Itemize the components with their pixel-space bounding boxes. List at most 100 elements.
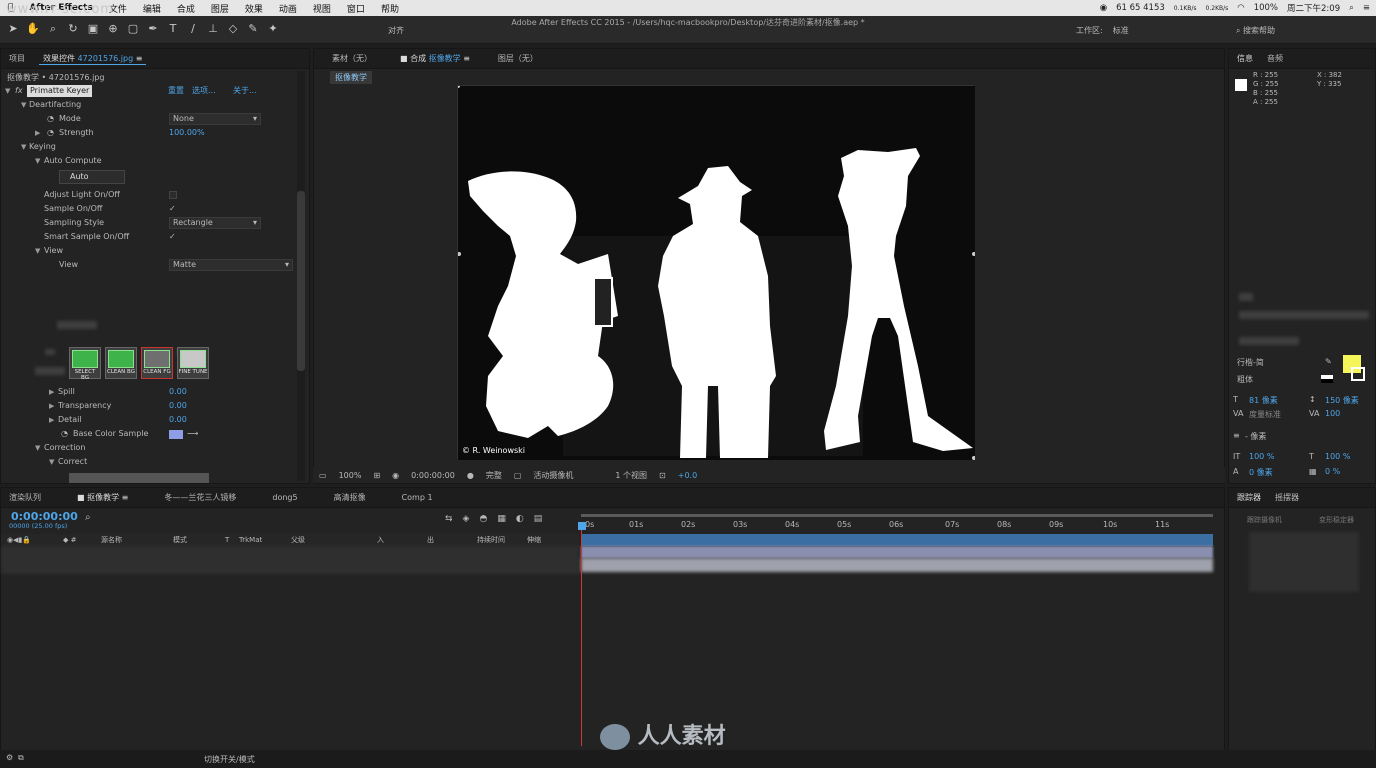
v-scale-value[interactable]: 100 % <box>1249 452 1274 461</box>
font-size-value[interactable]: 81 像素 <box>1249 395 1278 406</box>
col-mode[interactable]: 模式 <box>173 534 187 546</box>
expand-icon[interactable]: ▼ <box>21 98 26 112</box>
comp-flowchart-icon[interactable]: ⇆ <box>445 514 453 524</box>
panel-scrollbar[interactable] <box>297 71 305 481</box>
tab-comp-1[interactable]: Comp 1 <box>402 493 433 502</box>
col-parent[interactable]: 父级 <box>291 534 305 546</box>
col-trkmat[interactable]: TrkMat <box>239 534 262 546</box>
view-layout-select[interactable]: 1 个视图 <box>615 470 647 481</box>
col-in[interactable]: 入 <box>377 534 384 546</box>
shy-icon[interactable]: ◓ <box>479 514 487 524</box>
snapshot-icon[interactable]: ◉ <box>392 471 399 480</box>
expand-icon[interactable]: ▼ <box>35 154 40 168</box>
tab-effect-controls[interactable]: 效果控件 47201576.jpg ≡ <box>39 53 147 65</box>
zoom-select[interactable]: 100% <box>339 471 362 480</box>
composition-viewer[interactable]: © R. Weinowski <box>456 84 976 460</box>
tab-wiggler[interactable]: 摇摆器 <box>1275 492 1299 503</box>
search-icon[interactable]: ⌕ <box>85 512 91 523</box>
render-icon[interactable]: ⊡ <box>659 471 666 480</box>
col-stretch[interactable]: 伸缩 <box>527 534 541 546</box>
expand-icon[interactable]: ▶ <box>49 413 54 427</box>
col-duration[interactable]: 持续时间 <box>477 534 505 546</box>
tsume-value[interactable]: 0 % <box>1325 467 1340 476</box>
expand-icon[interactable]: ▼ <box>35 441 40 455</box>
menu-edit[interactable]: 编辑 <box>135 2 169 15</box>
correct-buttons-strip[interactable] <box>69 473 209 483</box>
strength-value[interactable]: 100.00% <box>169 126 205 140</box>
color-channels-icon[interactable]: ● <box>467 471 474 480</box>
tab-composition[interactable]: ■ 合成 抠像教学 ≡ <box>400 53 470 64</box>
options-link[interactable]: 选项... <box>192 84 216 98</box>
mode-select[interactable]: None ▾ <box>169 113 261 125</box>
toggle-switches-modes[interactable]: 切换开关/模式 <box>204 754 255 765</box>
tab-tracker[interactable]: 跟踪器 <box>1237 492 1261 503</box>
clock[interactable]: 周二下午2:09 <box>1287 2 1340 14</box>
render-icon[interactable]: ⚙ <box>6 753 13 762</box>
playhead-handle[interactable] <box>578 522 586 530</box>
auto-button[interactable]: Auto <box>59 170 125 184</box>
keying-row[interactable]: ▼ Keying <box>1 140 301 154</box>
list-icon[interactable]: ≡ <box>1363 3 1370 13</box>
col-source[interactable]: 源名称 <box>101 534 122 546</box>
menu-view[interactable]: 视图 <box>305 2 339 15</box>
wifi-icon[interactable]: ◠ <box>1237 3 1244 13</box>
resolution-select[interactable]: 完整 <box>486 470 502 481</box>
expand-icon[interactable]: ▼ <box>5 84 10 98</box>
font-family-select[interactable]: 行楷-简 <box>1237 357 1264 368</box>
stopwatch-icon[interactable]: ◔ <box>47 112 54 126</box>
reset-link[interactable]: 重置 <box>168 84 184 98</box>
region-icon[interactable]: ▢ <box>514 471 522 480</box>
expand-icon[interactable]: ▶ <box>49 385 54 399</box>
sampling-style-select[interactable]: Rectangle ▾ <box>169 217 261 229</box>
scrollbar-thumb[interactable] <box>297 191 305 371</box>
tab-render-queue[interactable]: 渲染队列 <box>9 492 41 503</box>
tab-info[interactable]: 信息 <box>1237 53 1253 64</box>
smart-sample-checkbox[interactable]: ✓ <box>169 230 176 244</box>
view-select[interactable]: Matte ▾ <box>169 259 293 271</box>
stopwatch-icon[interactable]: ◔ <box>61 427 68 441</box>
help-search-input[interactable]: 搜索帮助 <box>1243 26 1275 35</box>
frame-blend-icon[interactable]: ▦ <box>497 514 506 524</box>
expand-icon[interactable]: ▶ <box>49 399 54 413</box>
stroke-color-swatch[interactable] <box>1351 367 1365 381</box>
fine-tune-button[interactable]: FINE TUNE <box>177 347 209 379</box>
auto-compute-row[interactable]: ▼ Auto Compute <box>1 154 301 168</box>
view-group-row[interactable]: ▼ View <box>1 244 301 258</box>
col-out[interactable]: 出 <box>427 534 434 546</box>
playhead[interactable] <box>581 528 582 746</box>
menu-help[interactable]: 帮助 <box>373 2 407 15</box>
base-color-swatch[interactable] <box>169 430 183 439</box>
tab-comp-winter[interactable]: 冬——兰花三人镜移 <box>164 492 236 503</box>
spill-value[interactable]: 0.00 <box>169 385 187 399</box>
layer-icon[interactable]: ⧉ <box>18 753 24 763</box>
graph-editor-icon[interactable]: ▤ <box>534 514 543 524</box>
indent-value[interactable]: - 像素 <box>1245 431 1266 442</box>
record-icon[interactable]: ◉ <box>1100 3 1107 13</box>
expand-icon[interactable]: ▶ <box>35 126 40 140</box>
baseline-value[interactable]: 0 像素 <box>1249 467 1273 478</box>
tab-footage[interactable]: 素材（无） <box>332 53 372 64</box>
comp-duration-bar[interactable] <box>581 534 1213 546</box>
about-link[interactable]: 关于... <box>233 84 257 98</box>
menu-composition[interactable]: 合成 <box>169 2 203 15</box>
eyedropper-icon[interactable]: ✎ <box>1325 357 1332 366</box>
black-white-icon[interactable] <box>1321 375 1333 383</box>
layer-bar[interactable] <box>581 546 1213 558</box>
leading-value[interactable]: 150 像素 <box>1325 395 1359 406</box>
expand-icon[interactable]: ▼ <box>49 455 54 469</box>
grid-icon[interactable]: ⊞ <box>373 471 380 480</box>
detail-value[interactable]: 0.00 <box>169 413 187 427</box>
always-preview-icon[interactable]: ▭ <box>319 471 327 480</box>
menu-layer[interactable]: 图层 <box>203 2 237 15</box>
layer-rows-blurred[interactable] <box>1 546 579 574</box>
fx-icon[interactable]: fx <box>15 84 23 98</box>
clean-fg-button[interactable]: CLEAN FG <box>141 347 173 379</box>
font-style-select[interactable]: 粗体 <box>1237 374 1253 385</box>
timecode-display[interactable]: 0:00:00:00 <box>411 471 455 480</box>
menu-window[interactable]: 窗口 <box>339 2 373 15</box>
camera-select[interactable]: 活动摄像机 <box>533 470 603 481</box>
align-label[interactable]: 对齐 <box>388 25 404 36</box>
sample-checkbox[interactable]: ✓ <box>169 202 176 216</box>
tab-comp-dong5[interactable]: dong5 <box>272 493 297 502</box>
correction-row[interactable]: ▼ Correction <box>1 441 301 455</box>
